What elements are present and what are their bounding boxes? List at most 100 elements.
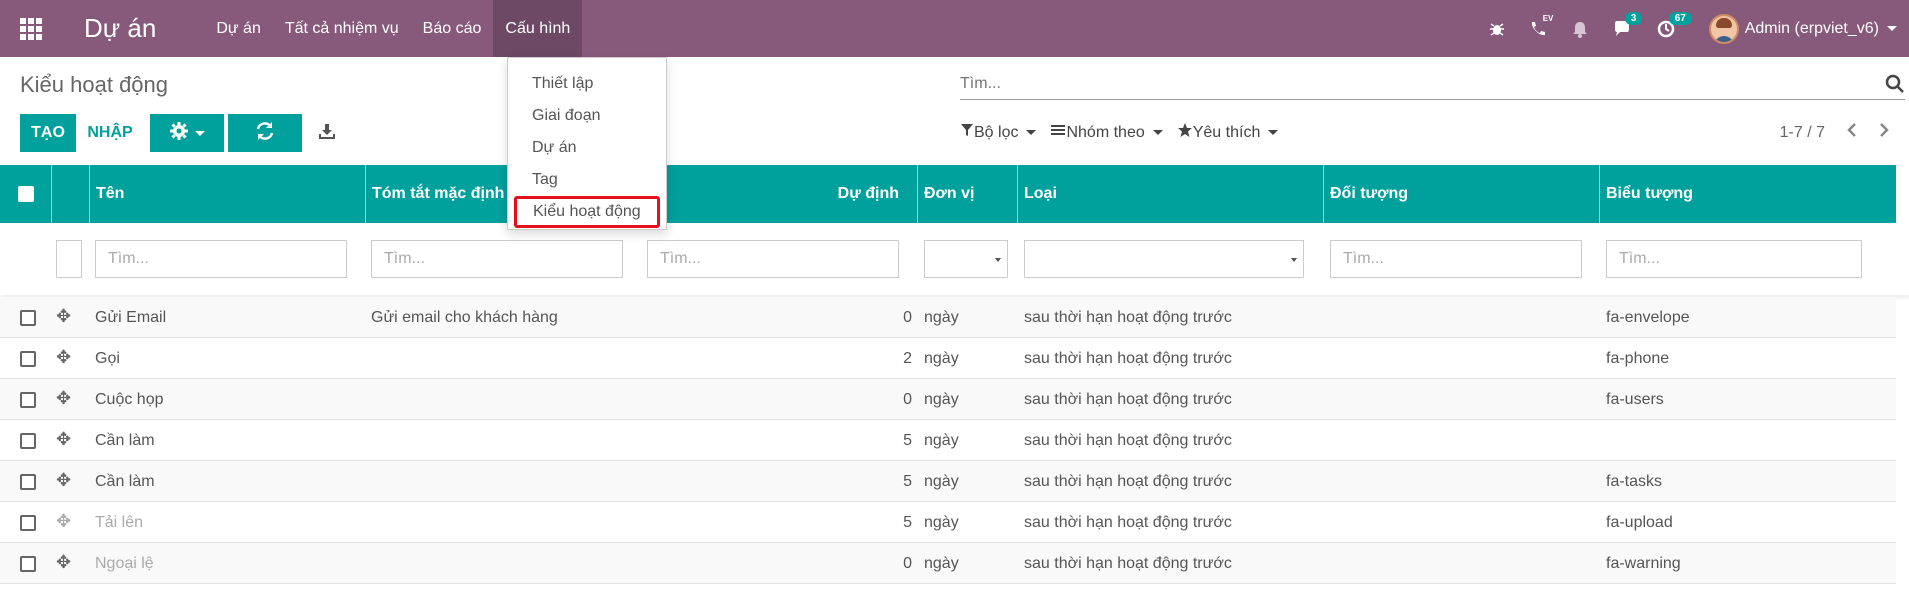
filter-unit-select[interactable]: [924, 240, 1008, 278]
chevron-left-icon[interactable]: [1847, 122, 1857, 143]
search-input[interactable]: [960, 70, 1860, 98]
top-navbar: Dự án Dự án Tất cả nhiệm vụ Báo cáo Cấu …: [0, 0, 1909, 57]
cell-unit: ngày: [924, 472, 959, 490]
cell-planned: 5: [903, 513, 912, 531]
filter-type-select[interactable]: [1024, 240, 1304, 278]
cell-type: sau thời hạn hoạt động trước: [1024, 513, 1232, 531]
menu-item-projects[interactable]: Dự án: [508, 132, 666, 164]
systray: EV 3 67 Admin (erpviet_v6): [1477, 0, 1909, 57]
cell-unit: ngày: [924, 513, 959, 531]
favorites-dropdown[interactable]: Yêu thích: [1177, 122, 1279, 143]
handle-filter[interactable]: [56, 240, 82, 278]
cell-unit: ngày: [924, 554, 959, 572]
filter-name-input[interactable]: Tìm...: [95, 240, 347, 278]
menu-reports[interactable]: Báo cáo: [411, 0, 494, 57]
user-menu[interactable]: Admin (erpviet_v6): [1708, 13, 1897, 44]
column-type[interactable]: Loại: [1018, 165, 1324, 223]
cell-icon: fa-warning: [1606, 554, 1681, 572]
drag-handle-icon[interactable]: ✥: [56, 306, 71, 327]
group-by-dropdown[interactable]: Nhóm theo: [1050, 122, 1163, 143]
star-icon: [1177, 122, 1193, 143]
create-button[interactable]: TẠO: [20, 114, 76, 152]
apps-menu-icon[interactable]: [0, 0, 62, 57]
menu-item-activity-types[interactable]: Kiểu hoạt động: [514, 196, 660, 228]
menu-item-stages[interactable]: Giai đoạn: [508, 100, 666, 132]
search-bar: [960, 70, 1905, 100]
drag-handle-icon[interactable]: ✥: [56, 347, 71, 368]
filter-planned-input[interactable]: Tìm...: [647, 240, 899, 278]
cell-type: sau thời hạn hoạt động trước: [1024, 554, 1232, 572]
drag-handle-icon[interactable]: ✥: [56, 388, 71, 409]
cell-type: sau thời hạn hoạt động trước: [1024, 349, 1232, 367]
drag-handle-icon[interactable]: ✥: [56, 470, 71, 491]
drag-handle-icon[interactable]: ✥: [56, 429, 71, 450]
avatar: [1708, 13, 1739, 44]
bell-icon[interactable]: [1571, 20, 1589, 38]
drag-handle-icon[interactable]: ✥: [56, 511, 71, 532]
select-all-checkbox[interactable]: [17, 186, 34, 202]
cell-unit: ngày: [924, 308, 959, 326]
column-icon[interactable]: Biểu tượng: [1600, 165, 1896, 223]
filter-label: Bộ lọc: [974, 123, 1019, 141]
cell-name: Cần làm: [95, 472, 155, 490]
download-button[interactable]: [314, 114, 340, 152]
table-body: ✥ Gửi Email Gửi email cho khách hàng 0 n…: [0, 297, 1896, 584]
cell-type: sau thời hạn hoạt động trước: [1024, 308, 1232, 326]
table-row[interactable]: ✥ Cần làm 5 ngày sau thời hạn hoạt động …: [0, 420, 1896, 461]
table-row[interactable]: ✥ Tải lên 5 ngày sau thời hạn hoạt động …: [0, 502, 1896, 543]
row-checkbox[interactable]: [20, 351, 36, 367]
filter-dropdown[interactable]: Bộ lọc: [960, 122, 1037, 143]
row-checkbox[interactable]: [20, 474, 36, 490]
activities-icon[interactable]: 67: [1657, 11, 1692, 38]
table-row[interactable]: ✥ Ngoại lệ 0 ngày sau thời hạn hoạt động…: [0, 543, 1896, 584]
cell-planned: 0: [903, 554, 912, 572]
row-checkbox[interactable]: [20, 392, 36, 408]
drag-handle-icon[interactable]: ✥: [56, 552, 71, 573]
activities-badge: 67: [1668, 11, 1692, 25]
refresh-button[interactable]: [228, 114, 302, 152]
select-all-cell: [0, 165, 52, 223]
cell-icon: fa-tasks: [1606, 472, 1663, 490]
chevron-right-icon[interactable]: [1879, 122, 1889, 143]
row-checkbox[interactable]: [20, 310, 36, 326]
menu-configuration[interactable]: Cấu hình: [493, 0, 583, 57]
favorites-label: Yêu thích: [1192, 123, 1261, 141]
filter-summary-input[interactable]: Tìm...: [371, 240, 623, 278]
column-planned[interactable]: Dự định: [642, 165, 918, 223]
cell-icon: fa-phone: [1606, 349, 1670, 367]
phone-icon[interactable]: EV: [1529, 14, 1553, 38]
search-icon[interactable]: [1885, 74, 1905, 99]
row-checkbox[interactable]: [20, 433, 36, 449]
column-name[interactable]: Tên: [90, 165, 366, 223]
table-row[interactable]: ✥ Cần làm 5 ngày sau thời hạn hoạt động …: [0, 461, 1896, 502]
table-row[interactable]: ✥ Gọi 2 ngày sau thời hạn hoạt động trướ…: [0, 338, 1896, 379]
column-unit[interactable]: Đơn vị: [918, 165, 1018, 223]
menu-item-tags[interactable]: Tag: [508, 164, 666, 196]
menu-all-tasks[interactable]: Tất cả nhiệm vụ: [273, 0, 411, 57]
filter-icon-input[interactable]: Tìm...: [1606, 240, 1862, 278]
import-button[interactable]: NHẬP: [80, 114, 140, 152]
column-object[interactable]: Đối tượng: [1324, 165, 1600, 223]
chevron-down-icon: [1268, 130, 1279, 135]
row-checkbox[interactable]: [20, 556, 36, 572]
table-row[interactable]: ✥ Cuộc họp 0 ngày sau thời hạn hoạt động…: [0, 379, 1896, 420]
phone-label: EV: [1542, 13, 1554, 23]
bug-icon[interactable]: [1489, 21, 1505, 37]
action-gear-button[interactable]: [150, 114, 224, 152]
filter-object-input[interactable]: Tìm...: [1330, 240, 1582, 278]
row-checkbox[interactable]: [20, 515, 36, 531]
messages-icon[interactable]: 3: [1613, 11, 1643, 38]
messages-badge: 3: [1624, 11, 1643, 25]
menu-item-settings[interactable]: Thiết lập: [508, 68, 666, 100]
menu-du-an[interactable]: Dự án: [204, 0, 273, 57]
cell-summary: Gửi email cho khách hàng: [371, 308, 558, 326]
pager: 1-7 / 7: [1780, 122, 1889, 143]
cell-name: Ngoại lệ: [95, 554, 154, 572]
table-row[interactable]: ✥ Gửi Email Gửi email cho khách hàng 0 n…: [0, 297, 1896, 338]
chevron-down-icon: [1152, 130, 1163, 135]
app-brand: Dự án: [84, 13, 157, 43]
column-filter-row: Tìm... Tìm... Tìm... Tìm... Tìm...: [0, 223, 1909, 295]
cell-planned: 5: [903, 472, 912, 490]
pager-value[interactable]: 1-7 / 7: [1780, 124, 1825, 142]
chevron-down-icon: [1026, 130, 1037, 135]
